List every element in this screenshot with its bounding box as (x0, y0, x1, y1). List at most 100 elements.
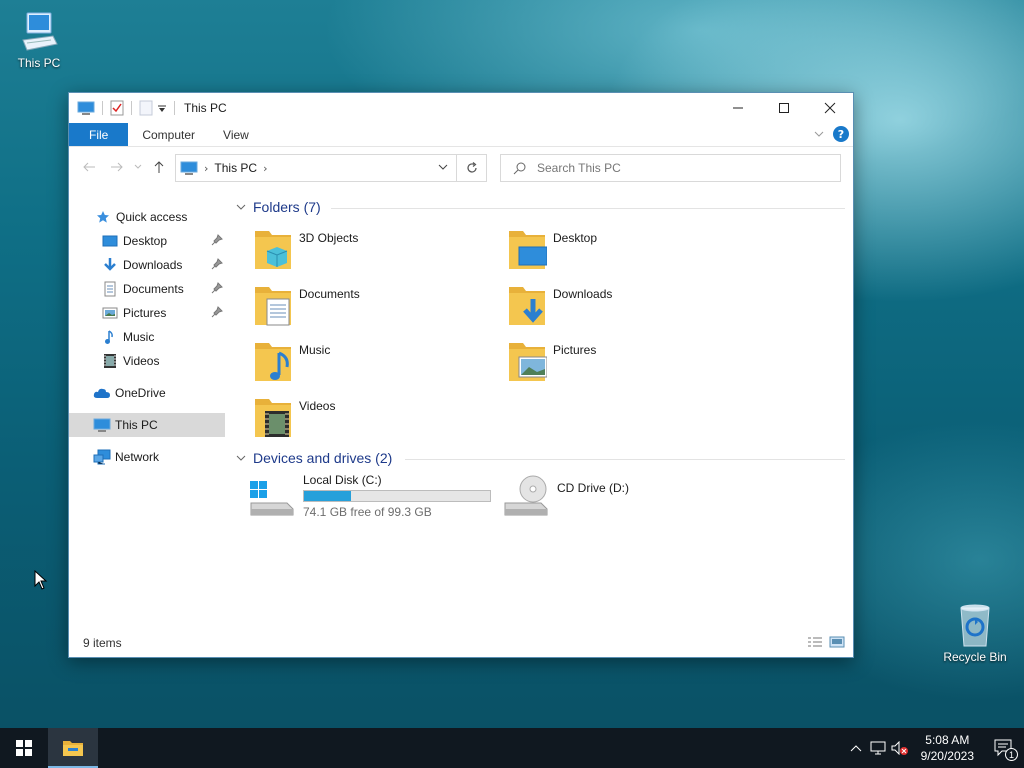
chevron-down-icon (236, 455, 246, 461)
desktop-icon (101, 232, 119, 250)
pin-icon[interactable] (211, 234, 223, 246)
close-button[interactable] (807, 93, 853, 123)
folder-item-3d-objects[interactable]: 3D Objects (253, 227, 503, 279)
pictures-folder-icon (507, 339, 548, 383)
window-title: This PC (184, 101, 227, 115)
forward-arrow-icon (111, 162, 123, 172)
refresh-icon (466, 162, 477, 173)
expand-ribbon-chevron-icon[interactable] (813, 129, 825, 139)
network-icon (93, 448, 111, 466)
drive-item-cd-drive-d[interactable]: CD Drive (D:) (503, 473, 629, 517)
folder-name: Downloads (553, 287, 613, 301)
folders-group-header[interactable]: Folders (7) (235, 199, 321, 215)
refresh-button[interactable] (457, 154, 487, 182)
content-pane: Folders (7) 3D Objects Desktop Documents… (231, 189, 853, 629)
document-icon (101, 280, 119, 298)
breadcrumb-separator-icon[interactable]: › (263, 162, 267, 175)
this-pc-small-icon (180, 161, 198, 175)
drive-name: CD Drive (D:) (557, 481, 629, 495)
forward-button[interactable] (103, 153, 131, 181)
show-hidden-icons-button[interactable] (845, 728, 867, 768)
folder-item-videos[interactable]: Videos (253, 395, 503, 447)
volume-tray-button[interactable] (889, 728, 911, 768)
recent-locations-button[interactable] (131, 153, 145, 181)
navigation-pane: Quick access Desktop Downloads Documents… (69, 189, 229, 629)
item-count: 9 items (83, 636, 122, 650)
nav-item-quick-access[interactable]: Quick access (69, 205, 225, 229)
clock[interactable]: 5:08 AM 9/20/2023 (911, 732, 984, 764)
details-view-icon[interactable] (807, 636, 823, 648)
breadcrumb-this-pc[interactable]: This PC (214, 161, 257, 175)
tab-file[interactable]: File (69, 123, 129, 146)
folder-name: Pictures (553, 343, 597, 357)
nav-item-downloads[interactable]: Downloads (69, 253, 225, 277)
title-bar[interactable]: This PC (69, 93, 853, 123)
maximize-button[interactable] (761, 93, 807, 123)
drives-header-label: Devices and drives (2) (253, 450, 393, 466)
folder-item-desktop[interactable]: Desktop (507, 227, 757, 279)
help-icon: ? (837, 127, 845, 141)
drives-group-header[interactable]: Devices and drives (2) (235, 450, 392, 466)
folder-item-documents[interactable]: Documents (253, 283, 503, 335)
nav-item-documents[interactable]: Documents (69, 277, 225, 301)
this-pc-small-icon (77, 101, 95, 115)
up-button[interactable] (145, 153, 173, 181)
new-folder-icon[interactable] (139, 100, 153, 116)
nav-item-music[interactable]: Music (69, 325, 225, 349)
help-button[interactable]: ? (833, 126, 849, 142)
drive-item-local-disk-c[interactable]: Local Disk (C:) 74.1 GB free of 99.3 GB (249, 473, 491, 519)
downloads-folder-icon (507, 283, 547, 327)
back-button[interactable] (75, 153, 103, 181)
address-dropdown-icon[interactable] (438, 163, 448, 171)
network-tray-button[interactable] (867, 728, 889, 768)
nav-item-label: Documents (123, 282, 184, 296)
folder-item-downloads[interactable]: Downloads (507, 283, 757, 335)
address-bar[interactable]: › This PC › (175, 154, 457, 182)
recycle-bin-icon (960, 604, 990, 647)
folder-item-music[interactable]: Music (253, 339, 503, 391)
folder-item-pictures[interactable]: Pictures (507, 339, 757, 391)
folder-name: Videos (299, 399, 336, 413)
minimize-icon (733, 107, 743, 109)
desktop-icon-label: This PC (17, 56, 61, 70)
tab-view[interactable]: View (209, 123, 263, 146)
status-bar: 9 items (69, 629, 853, 657)
minimize-button[interactable] (715, 93, 761, 123)
properties-icon[interactable] (110, 100, 124, 116)
nav-item-pictures[interactable]: Pictures (69, 301, 225, 325)
desktop-recycle-bin[interactable]: Recycle Bin (937, 602, 1013, 664)
drive-usage-bar (303, 490, 491, 502)
view-toggle (807, 636, 845, 648)
search-icon (513, 162, 526, 175)
mouse-cursor-icon (34, 570, 48, 590)
nav-item-this-pc[interactable]: This PC (69, 413, 225, 437)
tab-computer[interactable]: Computer (128, 123, 209, 146)
pin-icon[interactable] (211, 258, 223, 270)
large-icons-view-icon[interactable] (829, 636, 845, 648)
breadcrumb-separator-icon[interactable]: › (204, 162, 208, 175)
start-button[interactable] (0, 728, 48, 768)
search-box[interactable]: Search This PC (500, 154, 841, 182)
folder-name: 3D Objects (299, 231, 359, 245)
nav-item-videos[interactable]: Videos (69, 349, 225, 373)
file-explorer-window: This PC File Computer View ? › This PC ›… (68, 92, 854, 658)
cloud-icon (93, 384, 111, 402)
nav-item-onedrive[interactable]: OneDrive (69, 381, 225, 405)
nav-item-label: Downloads (123, 258, 183, 272)
drive-usage-fill (304, 491, 352, 501)
taskbar-file-explorer[interactable] (48, 728, 98, 768)
star-icon (94, 208, 112, 226)
nav-item-network[interactable]: Network (69, 445, 225, 469)
pin-icon[interactable] (211, 306, 223, 318)
folder-name: Documents (299, 287, 360, 301)
system-tray: 5:08 AM 9/20/2023 1 (845, 728, 1024, 768)
pin-icon[interactable] (211, 282, 223, 294)
nav-item-desktop[interactable]: Desktop (69, 229, 225, 253)
ribbon-tabs: File Computer View ? (69, 123, 853, 147)
desktop-this-pc[interactable]: This PC (1, 10, 77, 70)
action-center-button[interactable]: 1 (984, 728, 1024, 768)
folder-name: Desktop (553, 231, 598, 245)
music-icon (101, 328, 119, 346)
customize-toolbar-chevron-icon[interactable] (157, 103, 167, 113)
explorer-body: Quick access Desktop Downloads Documents… (69, 189, 853, 629)
